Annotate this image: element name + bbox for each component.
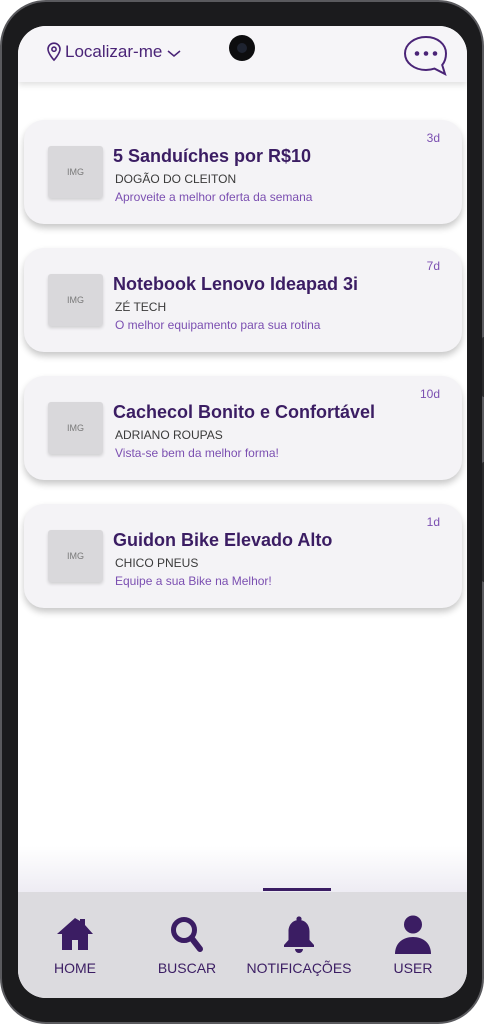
notification-card[interactable]: IMG Cachecol Bonito e Confortável ADRIAN…: [24, 376, 462, 480]
notification-card[interactable]: IMG Notebook Lenovo Ideapad 3i ZÉ TECH O…: [24, 248, 462, 352]
active-tab-indicator: [263, 888, 331, 891]
notification-shop: ZÉ TECH: [115, 300, 167, 314]
notification-list: IMG 5 Sanduíches por R$10 DOGÃO DO CLEIT…: [24, 120, 462, 632]
notification-shop: DOGÃO DO CLEITON: [115, 172, 237, 186]
home-icon: [57, 918, 93, 950]
thumbnail-placeholder: IMG: [48, 402, 103, 454]
tab-home-label: HOME: [54, 960, 96, 976]
screen: Localizar-me IMG 5 Sanduíches por R$10 D…: [18, 26, 467, 998]
tab-home[interactable]: HOME: [20, 914, 130, 976]
tab-buscar-label: BUSCAR: [157, 960, 217, 976]
search-icon: [171, 917, 203, 952]
thumbnail-placeholder: IMG: [48, 530, 103, 582]
chevron-down-icon: [167, 50, 181, 57]
notification-age: 7d: [426, 259, 440, 273]
notification-age: 10d: [419, 387, 440, 401]
thumbnail-placeholder: IMG: [48, 274, 103, 326]
notification-card[interactable]: IMG 5 Sanduíches por R$10 DOGÃO DO CLEIT…: [24, 120, 462, 224]
phone-frame: Localizar-me IMG 5 Sanduíches por R$10 D…: [0, 0, 484, 1024]
notification-age: 1d: [426, 515, 440, 529]
notification-title: Guidon Bike Elevado Alto: [113, 530, 333, 550]
bell-icon: [284, 916, 314, 953]
top-bar: Localizar-me: [18, 26, 467, 82]
location-pin-icon: [47, 42, 61, 62]
locate-me-label: Localizar-me: [65, 42, 163, 61]
notification-shop: CHICO PNEUS: [115, 556, 199, 570]
notification-description: Equipe a sua Bike na Melhor!: [115, 574, 272, 588]
notification-description: O melhor equipamento para sua rotina: [115, 318, 321, 332]
locate-me-button[interactable]: Localizar-me: [46, 42, 185, 62]
tab-notificacoes[interactable]: NOTIFICAÇÕES: [244, 914, 354, 976]
notification-age: 3d: [426, 131, 440, 145]
notification-shop: ADRIANO ROUPAS: [115, 428, 223, 442]
thumbnail-placeholder: IMG: [48, 146, 103, 198]
tab-buscar[interactable]: BUSCAR: [132, 914, 242, 976]
user-icon: [395, 915, 431, 954]
notification-card[interactable]: IMG Guidon Bike Elevado Alto CHICO PNEUS…: [24, 504, 462, 608]
notification-title: Notebook Lenovo Ideapad 3i: [113, 274, 359, 294]
front-camera: [229, 35, 255, 61]
notification-title: 5 Sanduíches por R$10: [113, 146, 312, 166]
scroll-fade: [18, 846, 467, 892]
tab-notificacoes-label: NOTIFICAÇÕES: [246, 960, 352, 976]
tab-user[interactable]: USER: [358, 914, 467, 976]
tab-user-label: USER: [393, 960, 433, 976]
chat-bubble-icon: [403, 35, 448, 76]
chat-button[interactable]: [402, 34, 450, 78]
notification-title: Cachecol Bonito e Confortável: [113, 402, 376, 422]
notification-description: Aproveite a melhor oferta da semana: [115, 190, 313, 204]
notification-description: Vista-se bem da melhor forma!: [115, 446, 279, 460]
bottom-tab-bar: HOME BUSCAR NOTIFICAÇÕES USER: [18, 888, 467, 998]
